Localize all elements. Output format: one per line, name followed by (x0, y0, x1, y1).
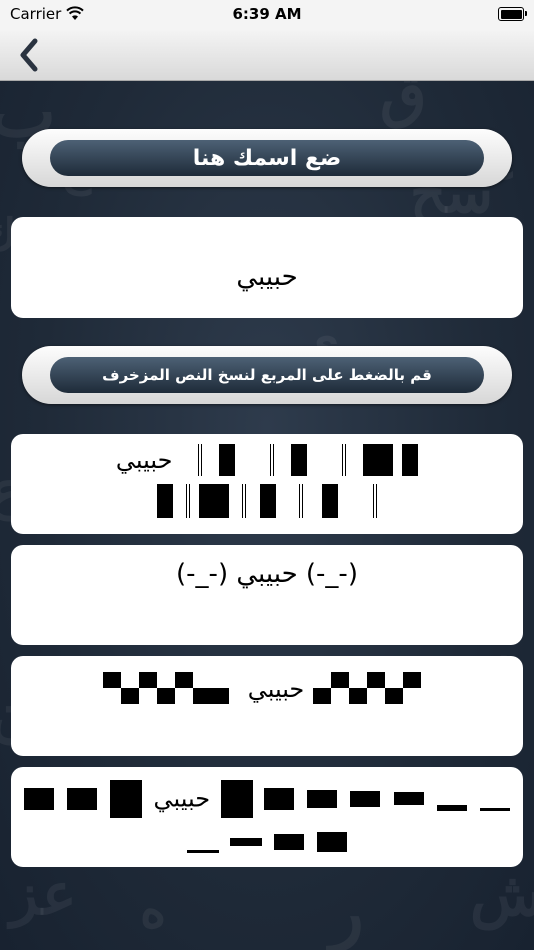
decorated-1-line-2 (11, 484, 523, 520)
decorated-2-suffix: (-_-) (176, 559, 229, 589)
copy-instruction-label: قم بالضغط على المربع لنسخ النص المزخرف (50, 357, 484, 393)
name-input-card[interactable] (11, 217, 523, 318)
name-banner: ضع اسمك هنا (22, 129, 512, 187)
decorated-4-line-2 (11, 827, 523, 855)
copy-instruction-banner: قم بالضغط على المربع لنسخ النص المزخرف (22, 346, 512, 404)
decorated-4-line-1: حبيبي (11, 777, 523, 819)
battery-icon (498, 7, 527, 21)
decorated-2-line: (-_-) حبيبي (-_-) (11, 559, 523, 589)
back-chevron-icon[interactable] (14, 36, 44, 74)
decorated-1-text: حبيبي (115, 446, 173, 474)
clock: 6:39 AM (232, 5, 302, 23)
decorated-option-1[interactable]: حبيبي (11, 434, 523, 534)
name-input[interactable] (11, 217, 523, 318)
decorated-3-text: حبيبي (247, 675, 305, 703)
decorated-option-4[interactable]: حبيبي (11, 767, 523, 867)
status-bar: Carrier 6:39 AM (0, 0, 534, 30)
navigation-bar (0, 30, 534, 81)
decorated-2-text: حبيبي (236, 559, 298, 589)
decorated-4-text: حبيبي (153, 784, 211, 813)
decorated-3-line: حبيبي (11, 672, 523, 706)
decorated-1-line-1: حبيبي (11, 444, 523, 484)
decorated-2-prefix: (-_-) (305, 559, 358, 589)
name-banner-label: ضع اسمك هنا (50, 140, 484, 176)
decorated-option-2[interactable]: (-_-) حبيبي (-_-) (11, 545, 523, 645)
decorated-option-3[interactable]: حبيبي (11, 656, 523, 756)
